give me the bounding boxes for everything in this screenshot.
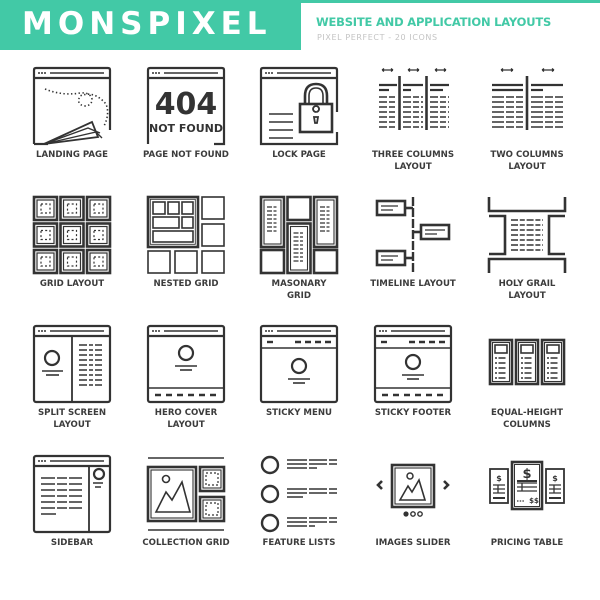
label-line: IMAGES SLIDER bbox=[375, 538, 451, 548]
icon-label: IMAGES SLIDER bbox=[356, 538, 470, 550]
icon-tile-masonary-grid: MASONARY GRID bbox=[242, 195, 356, 325]
label-line: THREE COLUMNS bbox=[371, 150, 455, 160]
price-glyph-left: $ bbox=[496, 474, 502, 483]
two-columns-icon bbox=[492, 67, 563, 130]
icon-tile-sticky-menu: STICKY MENU bbox=[242, 324, 356, 454]
tagline: PIXEL PERFECT - 20 ICONS bbox=[317, 33, 438, 42]
equal-height-columns-icon bbox=[488, 338, 566, 386]
icon-tile-equal-height-columns: EQUAL-HEIGHT COLUMNS bbox=[470, 324, 584, 454]
icon-label: GRID LAYOUT bbox=[15, 279, 129, 291]
label-line: LANDING PAGE bbox=[36, 150, 108, 160]
sticky-menu-icon bbox=[259, 324, 339, 404]
icon-tile-two-columns: TWO COLUMNS LAYOUT bbox=[470, 66, 584, 196]
icon-label: SIDEBAR bbox=[15, 538, 129, 550]
glyph-404: 404 bbox=[155, 87, 218, 122]
label-line: LOCK PAGE bbox=[272, 150, 326, 160]
icon-label: COLLECTION GRID bbox=[129, 538, 243, 550]
icon-label: HOLY GRAIL LAYOUT bbox=[470, 279, 584, 302]
masonary-grid-icon bbox=[259, 195, 339, 275]
icon-tile-collection-grid: COLLECTION GRID bbox=[129, 454, 243, 584]
label-line: TWO COLUMNS bbox=[490, 150, 564, 160]
icon-tile-split-screen: SPLIT SCREEN LAYOUT bbox=[15, 324, 129, 454]
page-not-found-icon: 404 NOT FOUND bbox=[146, 66, 226, 146]
three-columns-icon bbox=[379, 67, 449, 130]
sticky-footer-icon bbox=[373, 324, 453, 404]
icon-tile-sidebar: SIDEBAR bbox=[15, 454, 129, 584]
label-line: PAGE NOT FOUND bbox=[143, 150, 229, 160]
price-glyph-small: $$ bbox=[529, 497, 539, 505]
label-line: MASONARY bbox=[271, 279, 327, 289]
split-screen-icon bbox=[32, 324, 112, 404]
icon-label: THREE COLUMNS LAYOUT bbox=[356, 150, 470, 173]
icon-label: MASONARY GRID bbox=[242, 279, 356, 302]
icon-label: PAGE NOT FOUND bbox=[129, 150, 243, 162]
icon-tile-sticky-footer: STICKY FOOTER bbox=[356, 324, 470, 454]
label-line: LAYOUT bbox=[394, 161, 432, 172]
timeline-layout-icon bbox=[375, 197, 451, 273]
label-line: EQUAL-HEIGHT bbox=[491, 408, 563, 418]
brand-logo: MONSPIXEL bbox=[22, 6, 272, 42]
holy-grail-icon bbox=[487, 197, 567, 273]
icon-tile-pricing-table: $ $ $ $$ PRICING TABLE bbox=[470, 454, 584, 584]
icon-label: LOCK PAGE bbox=[242, 150, 356, 162]
icon-label: EQUAL-HEIGHT COLUMNS bbox=[470, 408, 584, 431]
icon-tile-images-slider: IMAGES SLIDER bbox=[356, 454, 470, 584]
icon-tile-page-not-found: 404 NOT FOUND PAGE NOT FOUND bbox=[129, 66, 243, 196]
label-line: SPLIT SCREEN bbox=[37, 408, 107, 418]
sidebar-icon bbox=[32, 454, 112, 534]
icon-label: PRICING TABLE bbox=[470, 538, 584, 550]
icon-label: LANDING PAGE bbox=[15, 150, 129, 162]
landing-page-icon bbox=[32, 66, 112, 146]
label-line: GRID LAYOUT bbox=[39, 279, 105, 289]
label-line: LAYOUT bbox=[167, 419, 205, 430]
glyph-not-found: NOT FOUND bbox=[149, 122, 223, 135]
page-title: WEBSITE AND APPLICATION LAYOUTS bbox=[316, 15, 552, 29]
icon-label: STICKY FOOTER bbox=[356, 408, 470, 420]
icon-label: FEATURE LISTS bbox=[242, 538, 356, 550]
icon-tile-grid-layout: GRID LAYOUT bbox=[15, 195, 129, 325]
images-slider-icon bbox=[376, 463, 450, 517]
icon-label: TWO COLUMNS LAYOUT bbox=[470, 150, 584, 173]
icon-label: SPLIT SCREEN LAYOUT bbox=[15, 408, 129, 431]
feature-lists-icon bbox=[260, 455, 337, 533]
label-line: LAYOUT bbox=[53, 419, 91, 430]
icon-label: STICKY MENU bbox=[242, 408, 356, 420]
price-glyph-center: $ bbox=[522, 467, 531, 482]
icon-label: NESTED GRID bbox=[129, 279, 243, 291]
label-line: SIDEBAR bbox=[50, 538, 94, 548]
grid-layout-icon bbox=[32, 195, 112, 275]
icon-label: TIMELINE LAYOUT bbox=[356, 279, 470, 291]
label-line: PRICING TABLE bbox=[490, 538, 564, 548]
icon-tile-lock-page: LOCK PAGE bbox=[242, 66, 356, 196]
icon-tile-feature-lists: FEATURE LISTS bbox=[242, 454, 356, 584]
lock-page-icon bbox=[259, 66, 339, 146]
price-glyph-right: $ bbox=[552, 474, 558, 483]
brand-block: MONSPIXEL bbox=[0, 0, 301, 50]
label-line: LAYOUT bbox=[508, 290, 546, 301]
label-line: NESTED GRID bbox=[153, 279, 219, 289]
label-line: LAYOUT bbox=[508, 161, 546, 172]
label-line: COLUMNS bbox=[503, 419, 551, 430]
pricing-table-icon: $ $ $ $$ bbox=[489, 460, 565, 511]
collection-grid-icon bbox=[146, 457, 226, 531]
hero-cover-icon bbox=[146, 324, 226, 404]
label-line: COLLECTION GRID bbox=[142, 538, 230, 548]
icon-tile-three-columns: THREE COLUMNS LAYOUT bbox=[356, 66, 470, 196]
label-line: STICKY MENU bbox=[265, 408, 333, 418]
icon-tile-hero-cover: HERO COVER LAYOUT bbox=[129, 324, 243, 454]
label-line: HOLY GRAIL bbox=[498, 279, 556, 289]
label-line: FEATURE LISTS bbox=[262, 538, 336, 548]
label-line: TIMELINE LAYOUT bbox=[370, 279, 456, 289]
icon-label: HERO COVER LAYOUT bbox=[129, 408, 243, 431]
icon-tile-nested-grid: NESTED GRID bbox=[129, 195, 243, 325]
icon-tile-timeline-layout: TIMELINE LAYOUT bbox=[356, 195, 470, 325]
icon-tile-holy-grail: HOLY GRAIL LAYOUT bbox=[470, 195, 584, 325]
label-line: HERO COVER bbox=[154, 408, 218, 418]
icon-tile-landing-page: LANDING PAGE bbox=[15, 66, 129, 196]
label-line: GRID bbox=[286, 290, 311, 301]
label-line: STICKY FOOTER bbox=[374, 408, 452, 418]
nested-grid-icon bbox=[146, 195, 225, 274]
